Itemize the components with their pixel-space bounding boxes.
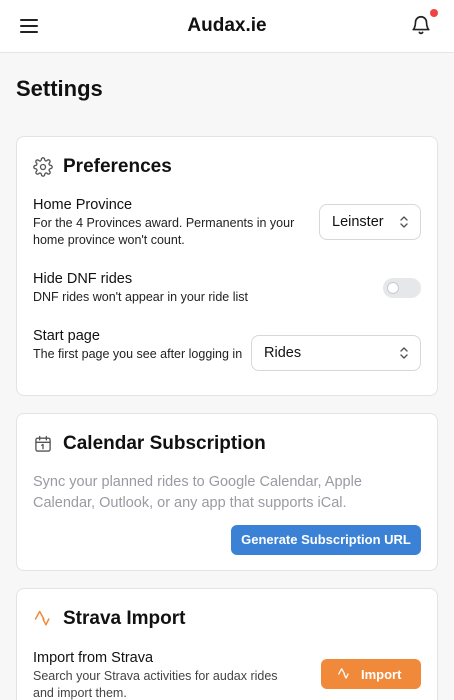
generate-subscription-url-button[interactable]: Generate Subscription URL <box>231 525 421 555</box>
bell-icon[interactable] <box>410 14 434 38</box>
hide-dnf-description: DNF rides won't appear in your ride list <box>33 290 248 304</box>
chevron-up-down-icon <box>400 216 408 228</box>
calendar-description: Sync your planned rides to Google Calend… <box>33 474 362 511</box>
strava-icon <box>33 609 53 629</box>
strava-import-button[interactable]: Import <box>321 659 421 689</box>
preferences-title: Preferences <box>63 156 172 177</box>
hide-dnf-toggle[interactable] <box>383 278 421 298</box>
top-bar: Audax.ie <box>0 0 454 53</box>
page-title: Settings <box>16 76 103 101</box>
strava-icon <box>338 668 349 679</box>
import-button-label: Import <box>361 667 402 682</box>
chevron-up-down-icon <box>400 347 408 359</box>
calendar-title: Calendar Subscription <box>63 433 266 454</box>
start-page-select[interactable]: Rides <box>251 335 421 371</box>
import-from-strava-label: Import from Strava <box>33 650 154 666</box>
gear-icon <box>33 157 53 177</box>
toggle-knob <box>387 282 399 294</box>
preferences-card: Preferences Home Province For the 4 Prov… <box>16 136 438 396</box>
start-page-label: Start page <box>33 328 100 344</box>
home-province-value: Leinster <box>332 214 384 230</box>
notification-dot <box>430 9 438 17</box>
calendar-icon <box>33 434 53 454</box>
start-page-description: The first page you see after logging in <box>33 347 243 361</box>
home-province-select[interactable]: Leinster <box>319 204 421 240</box>
home-province-label: Home Province <box>33 197 133 213</box>
hide-dnf-label: Hide DNF rides <box>33 271 133 287</box>
home-province-description: For the 4 Provinces award. Permanents in… <box>33 216 295 247</box>
calendar-card: Calendar Subscription Sync your planned … <box>16 413 438 571</box>
strava-title: Strava Import <box>63 608 186 629</box>
strava-card: Strava Import Import from Strava Search … <box>16 588 438 700</box>
start-page-value: Rides <box>264 345 302 361</box>
brand-title[interactable]: Audax.ie <box>0 15 454 37</box>
import-from-strava-description: Search your Strava activities for audax … <box>33 669 278 700</box>
